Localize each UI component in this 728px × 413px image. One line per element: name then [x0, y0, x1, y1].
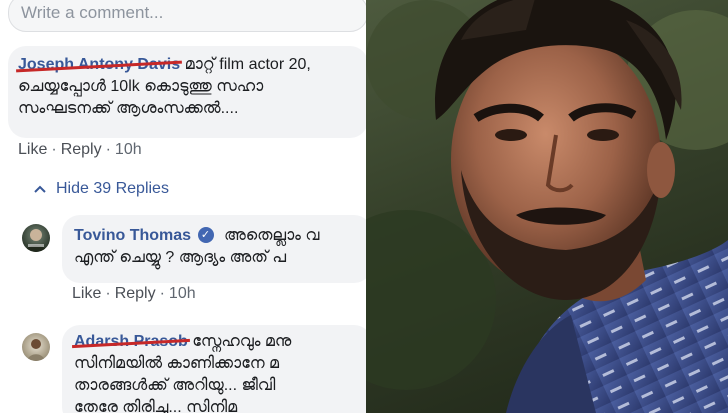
reply-link[interactable]: Reply: [115, 285, 156, 302]
comment-text-line: സംഘടനക്ക് ആശംസക്കൽ....: [18, 100, 239, 117]
comment-input-box[interactable]: [8, 0, 366, 32]
avatar[interactable]: [22, 224, 50, 252]
reply-text-line: സിനിമയിൽ കാണിക്കാനേ മ: [74, 355, 280, 372]
reply-text-line: എന്ത് ചെയ്യു ? ആദ്യം അത് പ: [74, 249, 287, 266]
hide-replies-link[interactable]: Hide 39 Replies: [34, 180, 169, 198]
verified-badge-icon: ✓: [197, 227, 214, 243]
reply-actions: Like · Reply · 10h: [72, 285, 196, 302]
comment-bubble: Joseph Antony Davis മാറ്റ് film actor 20…: [8, 46, 366, 138]
reply-author[interactable]: Tovino Thomas: [74, 227, 191, 244]
reply-link[interactable]: Reply: [61, 141, 102, 158]
reply-text-line: സ്നേഹവും മനു: [192, 333, 292, 350]
actor-photo: [366, 0, 728, 413]
comment-text-line: ചെയ്യപ്പോൾ 10lk കൊടുത്തു സഹാ: [18, 78, 264, 95]
reply-bubble: Tovino Thomas ✓ അതെല്ലാം വ എന്ത് ചെയ്യു …: [62, 215, 366, 283]
comment-time: 10h: [114, 141, 142, 158]
comments-panel: Joseph Antony Davis മാറ്റ് film actor 20…: [0, 0, 366, 413]
reply-time: 10h: [168, 285, 196, 302]
comment-actions: Like · Reply · 10h: [18, 141, 142, 158]
comment-input[interactable]: [9, 0, 351, 31]
comment-text-line: മാറ്റ് film actor 20,: [184, 56, 311, 73]
reply-text-line: താരങ്ങൾക്ക് അറിയു... ജീവി: [74, 377, 276, 394]
hide-replies-label: Hide 39 Replies: [56, 180, 169, 197]
like-link[interactable]: Like: [72, 285, 101, 302]
like-link[interactable]: Like: [18, 141, 47, 158]
reply-bubble: Adarsh Prasob സ്നേഹവും മനു സിനിമയിൽ കാണി…: [62, 325, 366, 413]
comment-author[interactable]: Joseph Antony Davis: [18, 54, 180, 76]
reply-text-line: തേരേ തിരിച്ചു... സിനിമ: [74, 399, 238, 413]
avatar[interactable]: [22, 333, 50, 361]
chevron-up-icon: [34, 182, 46, 196]
reply-text-line: അതെല്ലാം വ: [223, 227, 320, 244]
reply-author[interactable]: Adarsh Prasob: [74, 331, 188, 353]
